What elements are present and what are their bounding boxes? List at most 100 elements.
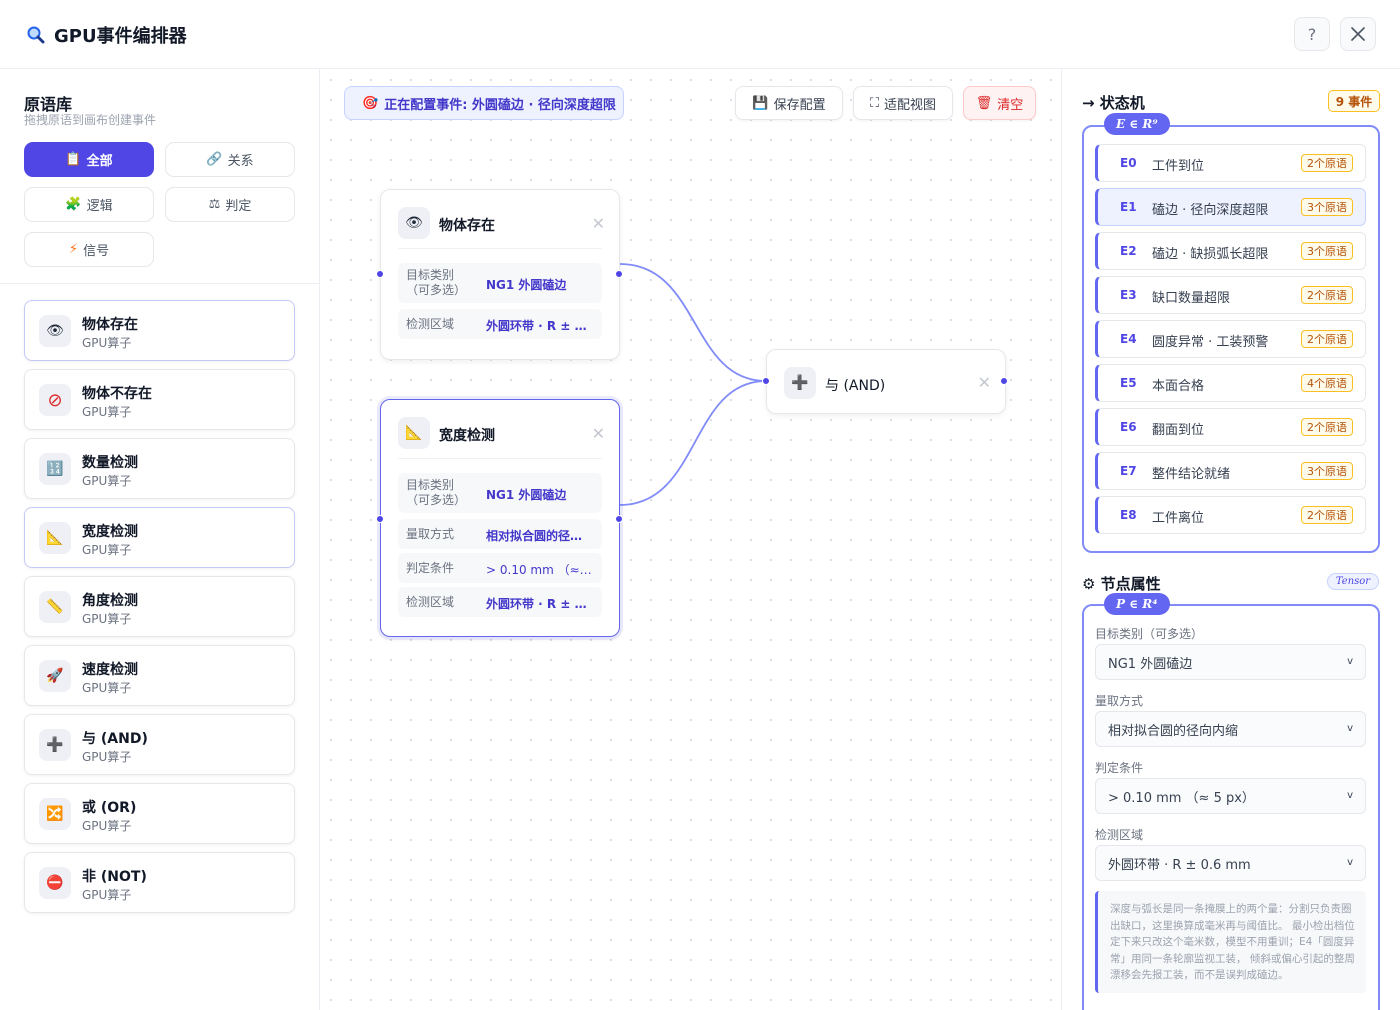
primitive-count-badge: 3个原语 bbox=[1301, 198, 1353, 216]
event-name: 磕边 · 径向深度超限 bbox=[1152, 203, 1269, 218]
triangle-ruler-icon: 📐 bbox=[398, 417, 430, 449]
event-id: E7 bbox=[1120, 464, 1137, 478]
target-class-select[interactable]: NG1 外圆磕边 v bbox=[1095, 644, 1366, 680]
node-width-check[interactable]: 📐 宽度检测 ✕ 目标类别 （可多选） NG1 外圆磕边 量取方式 相对拟合圆的… bbox=[380, 399, 620, 637]
select-value: > 0.10 mm （≈ 5 px） bbox=[1108, 790, 1255, 806]
node-and[interactable]: ➕ 与 (AND) ✕ bbox=[766, 349, 1006, 414]
node-title: 物体存在 bbox=[439, 218, 495, 234]
param-value: NG1 外圆磕边 bbox=[486, 488, 567, 502]
param-value: 相对拟合圆的径向... bbox=[486, 529, 594, 543]
param-key: 检测区域 bbox=[406, 317, 455, 331]
select-value: 外圆环带 · R ± 0.6 mm bbox=[1108, 857, 1251, 873]
state-machine-title: → 状态机 bbox=[1082, 94, 1145, 112]
node-title: 宽度检测 bbox=[439, 428, 495, 444]
field-label: 判定条件 bbox=[1095, 761, 1144, 775]
close-icon[interactable]: ✕ bbox=[592, 424, 605, 443]
eye-icon: 👁 bbox=[398, 207, 430, 239]
node-object-exists[interactable]: 👁 物体存在 ✕ 目标类别 （可多选） NG1 外圆磕边 检测区域 外圆环带 ·… bbox=[380, 189, 620, 360]
divider bbox=[398, 458, 602, 459]
close-icon[interactable]: ✕ bbox=[592, 214, 605, 233]
field-label: 量取方式 bbox=[1095, 694, 1144, 708]
event-name: 磕边 · 缺损弧长超限 bbox=[1152, 247, 1269, 262]
node-param-row[interactable]: 目标类别 （可多选） NG1 外圆磕边 bbox=[398, 473, 602, 513]
event-name: 翻面到位 bbox=[1152, 423, 1205, 438]
event-name: 本面合格 bbox=[1152, 379, 1205, 394]
select-value: NG1 外圆磕边 bbox=[1108, 656, 1193, 672]
field-label: 目标类别（可多选） bbox=[1095, 627, 1204, 641]
event-item-e7[interactable]: E7 整件结论就绪 3个原语 bbox=[1095, 452, 1366, 490]
event-name: 缺口数量超限 bbox=[1152, 291, 1231, 306]
event-id: E2 bbox=[1120, 244, 1137, 258]
event-name: 圆度异常 · 工装预警 bbox=[1152, 335, 1269, 350]
node-title: 与 (AND) bbox=[825, 378, 886, 394]
event-name: 工件离位 bbox=[1152, 511, 1205, 526]
input-port[interactable] bbox=[376, 270, 384, 278]
primitive-count-badge: 3个原语 bbox=[1301, 462, 1353, 480]
detect-region-select[interactable]: 外圆环带 · R ± 0.6 mm v bbox=[1095, 845, 1366, 881]
param-value: > 0.10 mm （≈ 5 p... bbox=[486, 563, 594, 577]
event-id: E3 bbox=[1120, 288, 1137, 302]
event-id: E5 bbox=[1120, 376, 1137, 390]
event-name: 工件到位 bbox=[1152, 159, 1205, 174]
param-key: 判定条件 bbox=[406, 561, 455, 575]
event-id: E8 bbox=[1120, 508, 1137, 522]
select-value: 相对拟合圆的径向内缩 bbox=[1108, 723, 1239, 739]
field-label: 检测区域 bbox=[1095, 828, 1144, 842]
chevron-down-icon: v bbox=[1347, 790, 1353, 801]
props-formula-badge: P ∈ R⁴ bbox=[1104, 593, 1170, 615]
output-port[interactable] bbox=[615, 270, 623, 278]
param-value: 外圆环带 · R ± 0.6 ... bbox=[486, 319, 594, 333]
event-id: E4 bbox=[1120, 332, 1137, 346]
event-item-e4[interactable]: E4 圆度异常 · 工装预警 2个原语 bbox=[1095, 320, 1366, 358]
event-item-e8[interactable]: E8 工件离位 2个原语 bbox=[1095, 496, 1366, 534]
event-item-e6[interactable]: E6 翻面到位 2个原语 bbox=[1095, 408, 1366, 446]
primitive-count-badge: 2个原语 bbox=[1301, 506, 1353, 524]
event-item-e5[interactable]: E5 本面合格 4个原语 bbox=[1095, 364, 1366, 402]
input-port[interactable] bbox=[376, 515, 384, 523]
param-key: 目标类别 （可多选） bbox=[406, 268, 467, 297]
event-item-e0[interactable]: E0 工件到位 2个原语 bbox=[1095, 144, 1366, 182]
plus-icon: ➕ bbox=[784, 367, 816, 399]
close-icon[interactable]: ✕ bbox=[978, 373, 991, 392]
param-value: NG1 外圆磕边 bbox=[486, 278, 567, 292]
output-port[interactable] bbox=[1000, 377, 1008, 385]
event-id: E1 bbox=[1120, 200, 1137, 214]
event-item-e3[interactable]: E3 缺口数量超限 2个原语 bbox=[1095, 276, 1366, 314]
param-key: 检测区域 bbox=[406, 595, 455, 609]
node-props-title: ⚙ 节点属性 bbox=[1082, 575, 1161, 593]
edge-width-to-and[interactable] bbox=[619, 380, 767, 506]
node-param-row[interactable]: 判定条件 > 0.10 mm （≈ 5 p... bbox=[398, 553, 602, 583]
help-note: 深度与弧长是同一条掩膜上的两个量：分割只负责圈出缺口，这里换算成毫米再与阈值比。… bbox=[1095, 891, 1366, 993]
primitive-count-badge: 2个原语 bbox=[1301, 330, 1353, 348]
param-value: 外圆环带 · R ± 0.6 ... bbox=[486, 597, 594, 611]
divider bbox=[398, 248, 602, 249]
param-key: 量取方式 bbox=[406, 527, 455, 541]
event-name: 整件结论就绪 bbox=[1152, 467, 1231, 482]
edge-exists-to-and[interactable] bbox=[619, 263, 767, 382]
tensor-badge: Tensor bbox=[1327, 573, 1379, 590]
chevron-down-icon: v bbox=[1347, 857, 1353, 868]
judge-condition-select[interactable]: > 0.10 mm （≈ 5 px） v bbox=[1095, 778, 1366, 814]
primitive-count-badge: 3个原语 bbox=[1301, 242, 1353, 260]
output-port[interactable] bbox=[615, 515, 623, 523]
node-param-row[interactable]: 检测区域 外圆环带 · R ± 0.6 ... bbox=[398, 309, 602, 339]
primitive-count-badge: 2个原语 bbox=[1301, 154, 1353, 172]
event-item-e2[interactable]: E2 磕边 · 缺损弧长超限 3个原语 bbox=[1095, 232, 1366, 270]
chevron-down-icon: v bbox=[1347, 723, 1353, 734]
primitive-count-badge: 2个原语 bbox=[1301, 286, 1353, 304]
measure-method-select[interactable]: 相对拟合圆的径向内缩 v bbox=[1095, 711, 1366, 747]
state-formula-badge: E ∈ R⁹ bbox=[1104, 113, 1170, 135]
input-port[interactable] bbox=[762, 377, 770, 385]
event-item-e1[interactable]: E1 磕边 · 径向深度超限 3个原语 bbox=[1095, 188, 1366, 226]
node-param-row[interactable]: 量取方式 相对拟合圆的径向... bbox=[398, 519, 602, 549]
node-param-row[interactable]: 目标类别 （可多选） NG1 外圆磕边 bbox=[398, 263, 602, 303]
event-count-badge: 9 事件 bbox=[1328, 90, 1380, 112]
event-id: E6 bbox=[1120, 420, 1137, 434]
node-param-row[interactable]: 检测区域 外圆环带 · R ± 0.6 ... bbox=[398, 587, 602, 617]
primitive-count-badge: 2个原语 bbox=[1301, 418, 1353, 436]
chevron-down-icon: v bbox=[1347, 656, 1353, 667]
param-key: 目标类别 （可多选） bbox=[406, 478, 467, 507]
primitive-count-badge: 4个原语 bbox=[1301, 374, 1353, 392]
event-id: E0 bbox=[1120, 156, 1137, 170]
app-window: GPU事件编排器 ? 原语库 拖拽原语到画布创建事件 📋 全部 🔗 关系 🧩 逻… bbox=[0, 0, 1400, 1010]
